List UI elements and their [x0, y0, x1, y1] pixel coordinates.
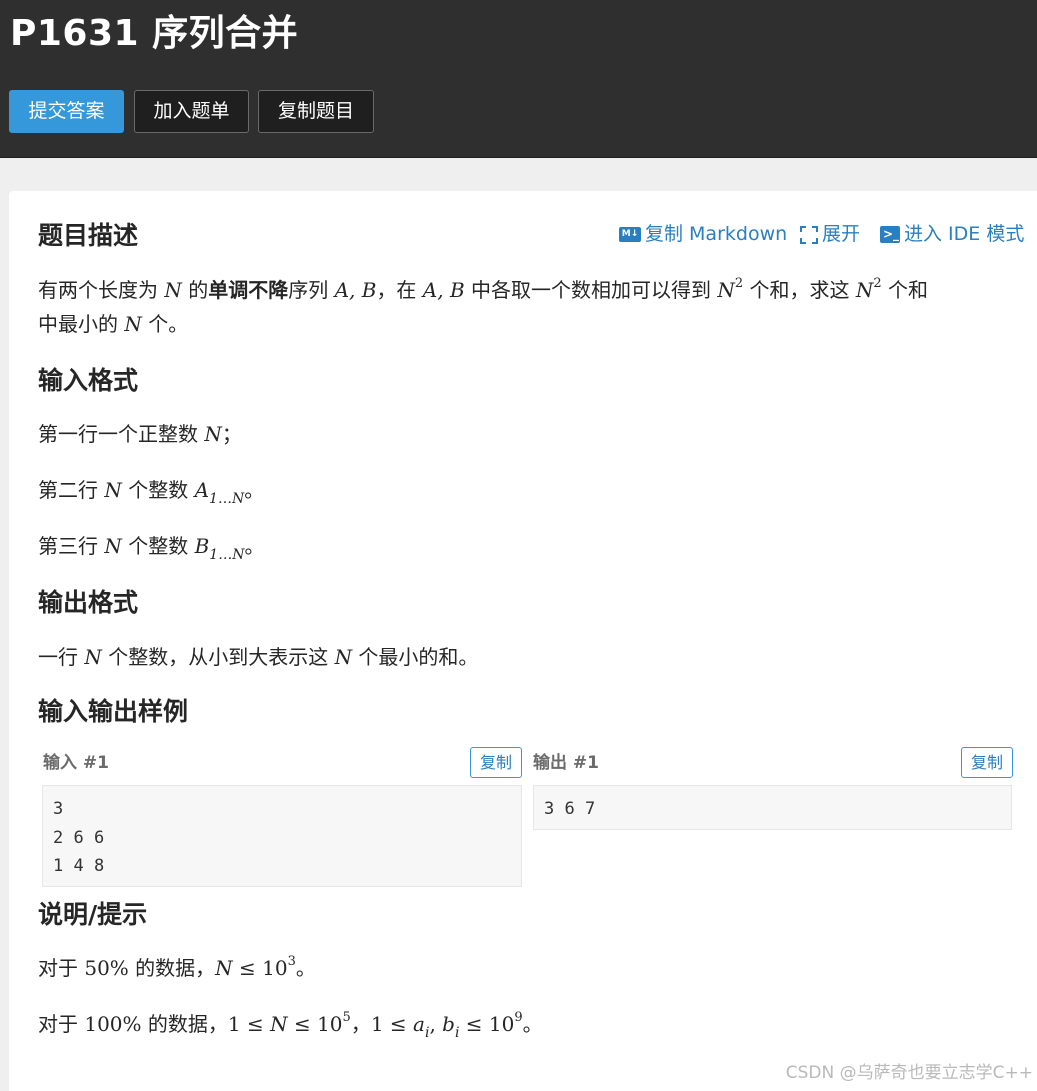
copy-problem-button[interactable]: 复制题目: [258, 90, 374, 133]
output-format-line-1: 一行 N 个整数，从小到大表示这 N 个最小的和。: [38, 645, 479, 669]
copy-input-button[interactable]: 复制: [470, 747, 522, 778]
ide-mode-label: 进入 IDE 模式: [904, 223, 1025, 245]
sample-input-code[interactable]: 3 2 6 6 1 4 8: [42, 785, 522, 887]
output-format-heading: 输出格式: [38, 588, 139, 617]
samples-heading: 输入输出样例: [38, 697, 189, 726]
copy-output-button[interactable]: 复制: [961, 747, 1013, 778]
problem-title: P1631 序列合并: [10, 13, 299, 54]
terminal-icon: >_: [880, 226, 900, 243]
expand-label: 展开: [822, 223, 861, 245]
sample-input-label: 输入 #1: [43, 753, 109, 773]
copy-markdown-link[interactable]: M↓ 复制 Markdown: [619, 220, 787, 248]
input-format-line-2: 第二行 N 个整数 A1…N。: [38, 478, 265, 507]
sample-output-label: 输出 #1: [533, 753, 599, 773]
watermark: CSDN @乌萨奇也要立志学C++: [785, 1063, 1033, 1083]
markdown-icon: M↓: [619, 227, 641, 242]
submit-answer-button[interactable]: 提交答案: [9, 90, 124, 133]
hint-line-2: 对于 100% 的数据，1 ≤ N ≤ 105，1 ≤ ai, bi ≤ 109…: [38, 1010, 543, 1041]
problem-header: P1631 序列合并 提交答案 加入题单 复制题目: [0, 0, 1037, 158]
hint-heading: 说明/提示: [38, 900, 148, 929]
input-format-line-1: 第一行一个正整数 N；: [38, 422, 242, 446]
input-format-heading: 输入格式: [38, 366, 139, 395]
add-to-list-button[interactable]: 加入题单: [134, 90, 249, 133]
description-line-2: 中最小的 N 个。: [38, 312, 189, 336]
copy-markdown-label: 复制 Markdown: [645, 223, 788, 245]
expand-icon: [800, 225, 818, 244]
input-format-line-3: 第三行 N 个整数 B1…N。: [38, 534, 265, 563]
description-heading: 题目描述: [38, 221, 139, 250]
expand-link[interactable]: 展开: [800, 220, 860, 248]
description-line-1: 有两个长度为 N 的单调不降序列 A, B，在 A, B 中各取一个数相加可以得…: [38, 276, 929, 302]
ide-mode-link[interactable]: >_ 进入 IDE 模式: [880, 220, 1024, 248]
sample-output-code[interactable]: 3 6 7: [533, 785, 1012, 830]
hint-line-1: 对于 50% 的数据，N ≤ 103。: [38, 954, 316, 980]
